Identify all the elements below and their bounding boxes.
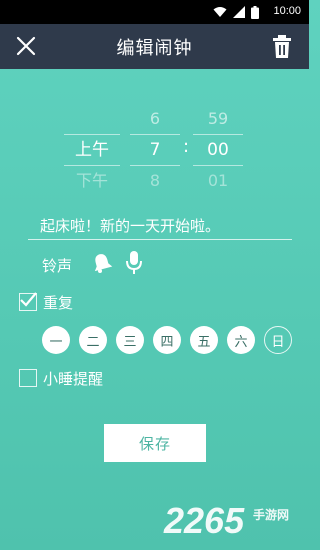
- ringtone-label: 铃声: [42, 257, 73, 275]
- repeat-days: 一 二 三 四 五 六 日: [42, 326, 292, 354]
- wifi-icon: [213, 7, 227, 17]
- snooze-label: 小睡提醒: [43, 370, 104, 388]
- title-bar: 编辑闹钟: [0, 24, 309, 69]
- watermark-logo: 2265: [164, 500, 245, 541]
- minute-picker[interactable]: 59 00 01: [193, 104, 243, 196]
- day-thu[interactable]: 四: [153, 326, 181, 354]
- watermark-text: 手游网: [253, 508, 290, 522]
- delete-button[interactable]: [269, 32, 295, 60]
- ampm-selected: 上午: [64, 134, 120, 166]
- hour-below: 8: [149, 171, 161, 190]
- hour-picker[interactable]: 6 7 8: [130, 104, 180, 196]
- day-sat[interactable]: 六: [227, 326, 255, 354]
- ringtone-button[interactable]: [91, 252, 113, 274]
- minute-selected: 00: [193, 134, 243, 166]
- snooze-checkbox[interactable]: [19, 369, 37, 387]
- minute-below: 01: [207, 171, 229, 190]
- repeat-label: 重复: [43, 294, 74, 312]
- time-separator: :: [183, 136, 190, 157]
- status-time: 10:00: [273, 5, 301, 17]
- ampm-below: 下午: [75, 171, 108, 190]
- signal-icon: [233, 6, 245, 18]
- status-icons: [213, 4, 259, 20]
- ampm-picker[interactable]: 上午 下午: [64, 104, 120, 196]
- page-title: 编辑闹钟: [116, 37, 193, 59]
- record-button[interactable]: [124, 250, 144, 276]
- microphone-icon: [126, 251, 142, 274]
- minute-above: 59: [207, 109, 229, 128]
- status-bar: 10:00: [0, 0, 309, 24]
- day-sun[interactable]: 日: [264, 326, 292, 354]
- close-button[interactable]: [12, 32, 40, 60]
- hour-selected: 7: [130, 134, 180, 166]
- bell-icon: [94, 254, 113, 273]
- trash-icon: [273, 35, 291, 58]
- repeat-checkbox[interactable]: [19, 292, 37, 311]
- hour-above: 6: [149, 109, 161, 128]
- day-tue[interactable]: 二: [79, 326, 107, 354]
- battery-icon: [251, 5, 259, 19]
- alarm-label-input[interactable]: 起床啦！新的一天开始啦。: [28, 214, 292, 240]
- day-wed[interactable]: 三: [116, 326, 144, 354]
- ampm-above: [64, 104, 120, 134]
- day-fri[interactable]: 五: [190, 326, 218, 354]
- close-icon: [16, 36, 36, 56]
- save-button[interactable]: 保存: [104, 424, 206, 462]
- checkmark-icon: [20, 292, 37, 307]
- day-mon[interactable]: 一: [42, 326, 70, 354]
